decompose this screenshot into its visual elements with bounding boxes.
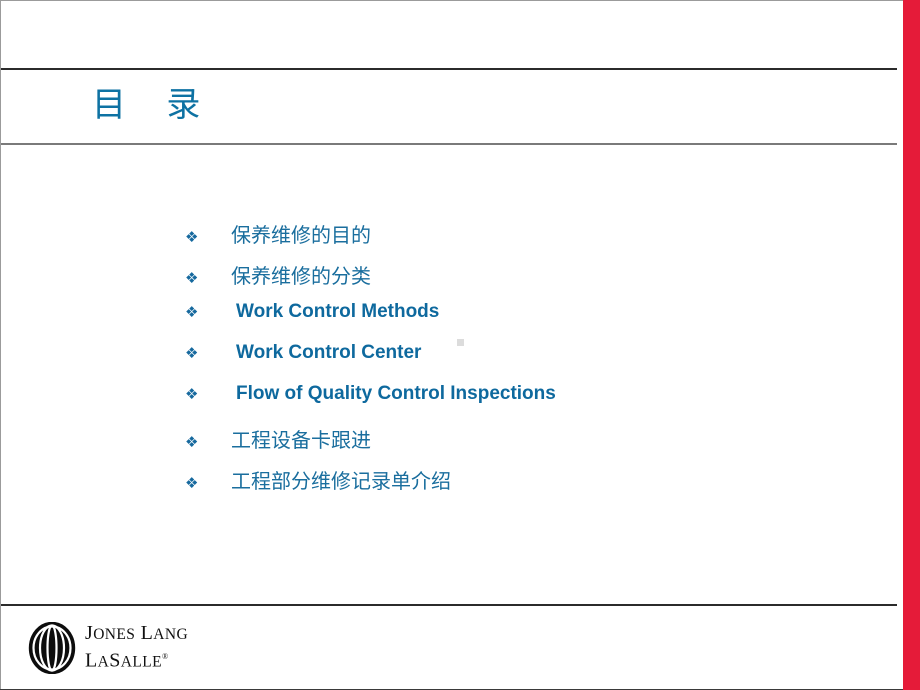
divider-above-title <box>1 68 897 70</box>
divider-below-title <box>1 143 897 145</box>
jll-wordmark-line-2: LASALLE® <box>85 649 169 672</box>
toc-item[interactable]: ❖ Work Control Center <box>185 342 825 383</box>
diamond-bullet-icon: ❖ <box>185 474 199 492</box>
jll-globe-icon <box>28 622 76 674</box>
accent-bar-right <box>903 0 920 690</box>
slide-border-left <box>0 0 1 690</box>
diamond-bullet-icon: ❖ <box>185 385 199 403</box>
toc-item[interactable]: ❖ 保养维修的分类 <box>185 260 825 301</box>
jll-wordmark-line-1: JONES LANG <box>85 622 189 645</box>
toc-item-label: Flow of Quality Control Inspections <box>236 383 556 404</box>
toc-item-label: Work Control Methods <box>236 301 440 322</box>
registered-trademark-icon: ® <box>161 652 169 662</box>
diamond-bullet-icon: ❖ <box>185 303 199 321</box>
jll-wordmark: JONES LANG LASALLE® <box>85 622 188 674</box>
toc-item-label: 工程设备卡跟进 <box>231 428 371 452</box>
toc-item-label: Work Control Center <box>236 342 422 363</box>
slide-border-top <box>0 0 905 1</box>
toc-item-label: 工程部分维修记录单介绍 <box>231 469 451 493</box>
toc-item[interactable]: ❖ 工程设备卡跟进 <box>185 424 825 465</box>
page-title: 目 录 <box>92 85 203 125</box>
toc-item[interactable]: ❖ 工程部分维修记录单介绍 <box>185 465 825 506</box>
diamond-bullet-icon: ❖ <box>185 228 199 246</box>
presentation-slide: 目 录 ❖ 保养维修的目的 ❖ 保养维修的分类 ❖ Work Control M… <box>0 0 920 690</box>
toc-item-label: 保养维修的分类 <box>231 264 371 288</box>
toc-item[interactable]: ❖ 保养维修的目的 <box>185 219 825 260</box>
table-of-contents-list: ❖ 保养维修的目的 ❖ 保养维修的分类 ❖ Work Control Metho… <box>185 219 825 506</box>
stray-placeholder-artifact <box>457 339 464 346</box>
toc-item-label: 保养维修的目的 <box>231 223 371 247</box>
toc-item[interactable]: ❖ Flow of Quality Control Inspections <box>185 383 825 424</box>
diamond-bullet-icon: ❖ <box>185 433 199 451</box>
jll-logo: JONES LANG LASALLE® <box>28 622 188 674</box>
diamond-bullet-icon: ❖ <box>185 269 199 287</box>
diamond-bullet-icon: ❖ <box>185 344 199 362</box>
divider-above-footer <box>1 604 897 606</box>
toc-item[interactable]: ❖ Work Control Methods <box>185 301 825 342</box>
